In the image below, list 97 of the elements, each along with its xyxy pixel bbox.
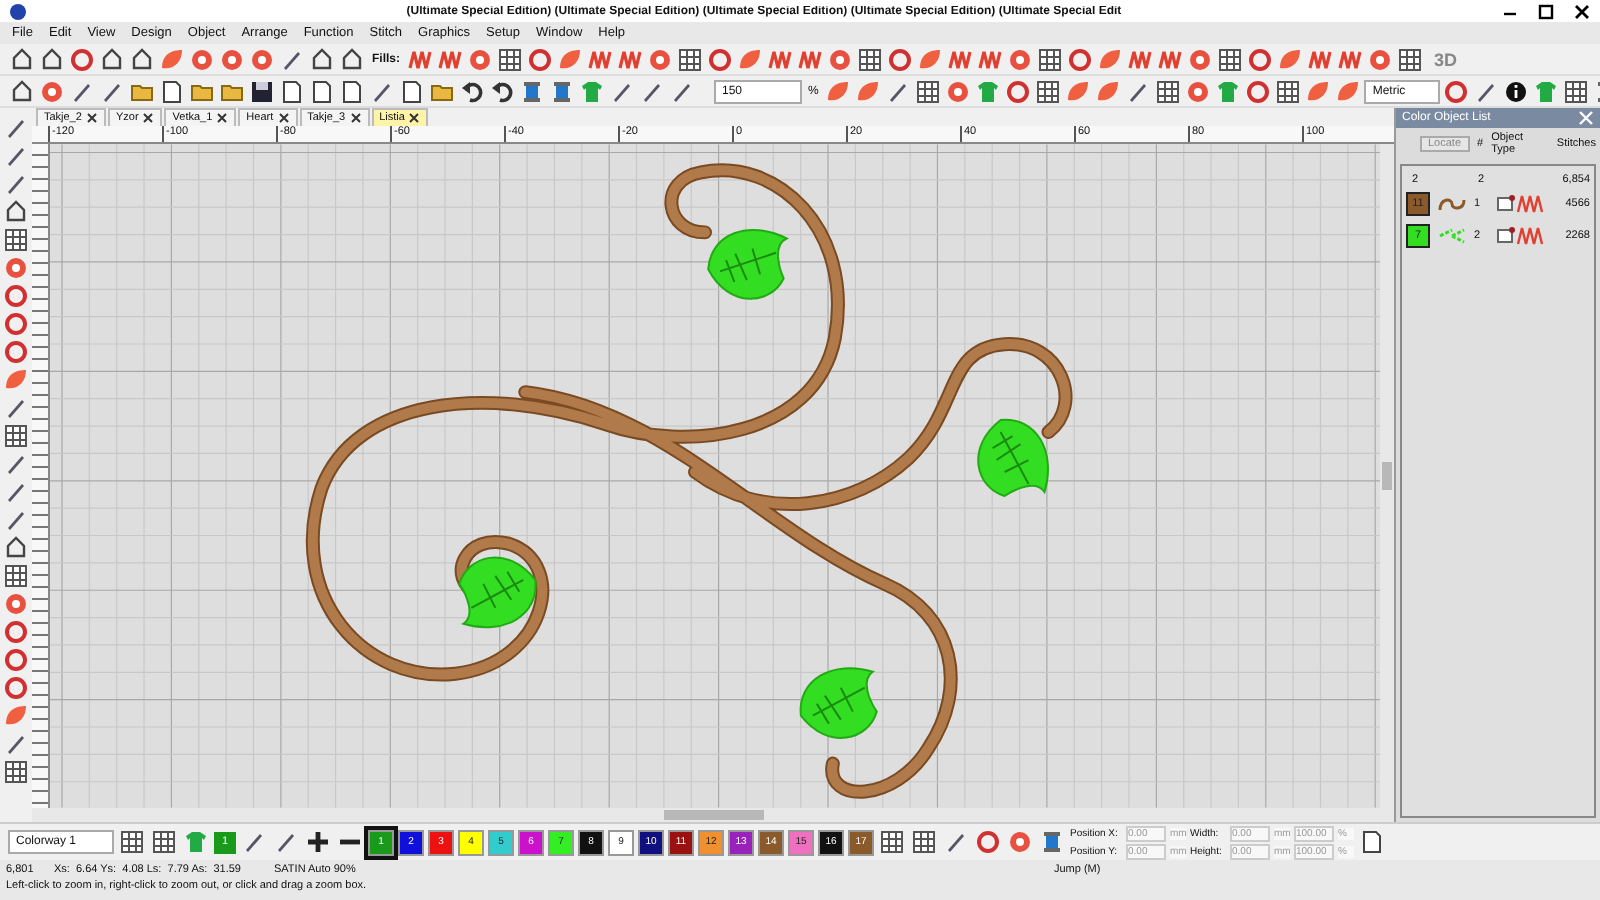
grid-icon[interactable] (4, 424, 28, 448)
grid-icon[interactable] (4, 760, 28, 784)
document-icon[interactable] (1360, 830, 1384, 854)
satin-stitch-icon (1496, 194, 1548, 214)
grid-icon[interactable] (1036, 79, 1061, 103)
grid-icon[interactable] (498, 47, 523, 71)
grid-icon[interactable] (1156, 79, 1181, 103)
grid-icon[interactable] (858, 47, 883, 71)
ring-icon[interactable] (528, 47, 553, 71)
close-icon[interactable] (277, 112, 290, 124)
grid-icon[interactable] (1038, 47, 1063, 71)
ring-icon[interactable] (1006, 79, 1031, 103)
shape-icon[interactable] (310, 47, 334, 71)
close-icon[interactable] (216, 112, 229, 124)
ring-icon[interactable] (1248, 47, 1273, 71)
grid-icon[interactable] (120, 830, 144, 854)
object-shape-icon (1436, 194, 1468, 214)
shape-icon[interactable] (10, 47, 34, 71)
leaf-drawing (799, 667, 878, 739)
leaf-icon[interactable] (1098, 47, 1123, 71)
leaf-icon[interactable] (4, 704, 28, 728)
stitch-icon[interactable] (768, 47, 793, 71)
shape-icon[interactable] (340, 47, 364, 71)
spool-icon[interactable] (520, 79, 544, 103)
ring-icon[interactable] (1068, 47, 1093, 71)
close-icon[interactable] (85, 112, 98, 124)
grid-icon[interactable] (4, 564, 28, 588)
stitch-icon[interactable] (978, 47, 1003, 71)
shirt-icon[interactable] (184, 830, 208, 854)
save-icon[interactable] (250, 79, 274, 103)
shirt-icon[interactable] (580, 79, 604, 103)
ring-icon[interactable] (708, 47, 733, 71)
grid-icon[interactable] (916, 79, 941, 103)
ring-icon[interactable] (4, 676, 28, 700)
spool-icon[interactable] (550, 79, 574, 103)
grid-icon[interactable] (880, 830, 904, 854)
grid-icon[interactable] (1398, 47, 1423, 71)
close-icon[interactable] (142, 112, 155, 124)
shirt-icon[interactable] (976, 79, 1001, 103)
undo-icon[interactable] (460, 79, 484, 103)
stitch-icon[interactable] (588, 47, 613, 71)
info-icon[interactable] (1504, 79, 1529, 103)
leaf-icon[interactable] (558, 47, 583, 71)
ring-icon[interactable] (976, 830, 1000, 854)
stitch-icon[interactable] (438, 47, 463, 71)
spool-icon[interactable] (1040, 830, 1064, 854)
app-logo-icon (8, 1, 28, 21)
ring-icon[interactable] (4, 284, 28, 308)
stitch-icon[interactable] (1158, 47, 1183, 71)
shape-icon[interactable] (40, 47, 64, 71)
leaf-drawing (458, 556, 537, 629)
close-icon[interactable] (408, 112, 421, 124)
grid-icon[interactable] (1276, 79, 1301, 103)
stitch-icon[interactable] (1128, 47, 1153, 71)
shape-icon[interactable] (4, 536, 28, 560)
leaf-drawing (707, 229, 788, 300)
shape-icon[interactable] (130, 47, 154, 71)
scroll-thumb[interactable] (663, 810, 763, 820)
grid-icon[interactable] (1218, 47, 1243, 71)
ring-icon[interactable] (4, 620, 28, 644)
ring-icon[interactable] (4, 648, 28, 672)
ring-icon[interactable] (1444, 79, 1469, 103)
grid-icon[interactable] (912, 830, 936, 854)
scrollbar[interactable] (32, 808, 1394, 822)
scrollbar[interactable] (1380, 144, 1394, 808)
close-icon[interactable] (349, 112, 362, 124)
shape-icon[interactable] (10, 79, 34, 103)
ring-icon[interactable] (4, 312, 28, 336)
leaf-icon[interactable] (1336, 79, 1361, 103)
stitch-icon[interactable] (798, 47, 823, 71)
stitch-icon[interactable] (408, 47, 433, 71)
leaf-icon[interactable] (1096, 79, 1121, 103)
shape-icon[interactable] (100, 47, 124, 71)
grid-icon[interactable] (4, 228, 28, 252)
stitch-icon[interactable] (948, 47, 973, 71)
object-shape-icon (1436, 226, 1468, 246)
shape-icon[interactable] (4, 200, 28, 224)
undo-icon[interactable] (490, 79, 514, 103)
stitch-icon[interactable] (1308, 47, 1333, 71)
stitch-icon[interactable] (1338, 47, 1363, 71)
grid-icon[interactable] (678, 47, 703, 71)
stitch-icon[interactable] (618, 47, 643, 71)
close-icon[interactable] (1572, 1, 1592, 21)
grid-icon[interactable] (1564, 79, 1589, 103)
grid-icon[interactable] (152, 830, 176, 854)
ring-icon[interactable] (4, 340, 28, 364)
ring-icon[interactable] (888, 47, 913, 71)
scroll-thumb[interactable] (1382, 462, 1392, 490)
ring-icon[interactable] (1246, 79, 1271, 103)
ring-icon[interactable] (70, 47, 94, 71)
leaf-icon[interactable] (738, 47, 763, 71)
design-canvas[interactable] (50, 144, 1380, 808)
plus-icon[interactable] (306, 830, 330, 854)
maximize-icon[interactable] (1536, 1, 1556, 21)
leaf-icon[interactable] (4, 368, 28, 392)
satin-stitch-icon (1496, 226, 1548, 246)
leaf-drawing (977, 418, 1049, 497)
